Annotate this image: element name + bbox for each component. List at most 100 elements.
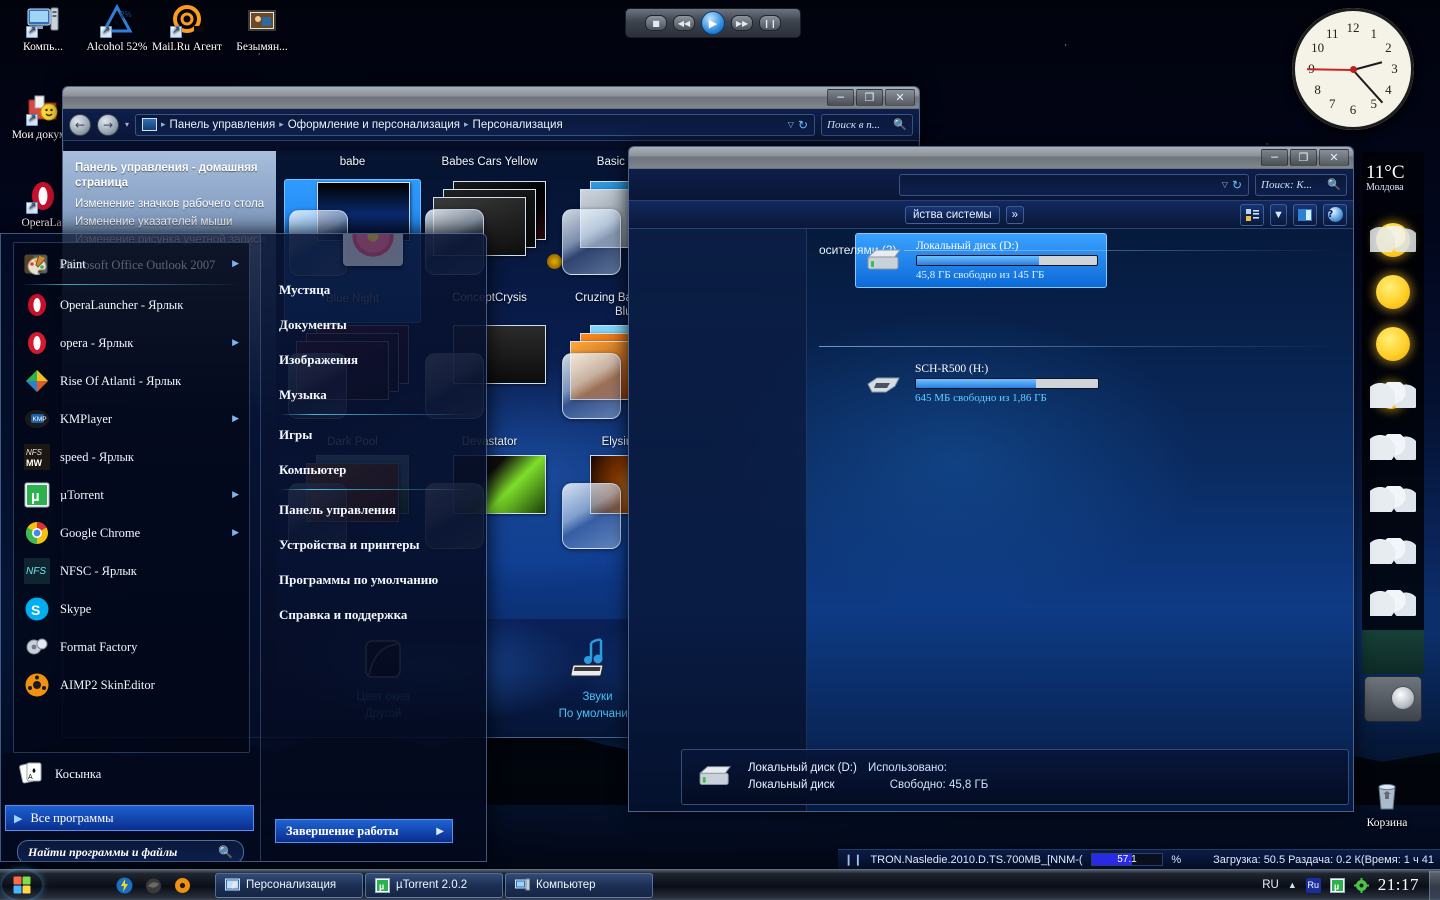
personalization-icon xyxy=(142,118,158,131)
media-play-button[interactable]: ▶ xyxy=(701,11,725,35)
equalizer-gadget[interactable] xyxy=(1364,676,1422,722)
utorrent-qlaunch-icon[interactable] xyxy=(116,877,133,894)
start-menu-item-nfsc[interactable]: NFS NFSC - Ярлык xyxy=(14,552,249,590)
sidebar-link-desktop-icons[interactable]: Изменение значков рабочего стола xyxy=(75,197,266,212)
shutdown-button[interactable]: Завершение работы ▶ xyxy=(275,819,453,843)
theme-item-babe[interactable]: babe xyxy=(284,155,421,179)
preview-pane-icon[interactable] xyxy=(1293,203,1317,226)
desktop-icon-computer[interactable]: Компь... xyxy=(6,4,80,54)
start-menu[interactable]: Microsoft Office Outlook 2007 Paint ▶ xyxy=(0,233,487,862)
start-menu-item-computer[interactable]: Компьютер xyxy=(261,452,486,487)
start-menu-item-pictures[interactable]: Изображения xyxy=(261,342,486,377)
firefox-qlaunch-icon[interactable] xyxy=(145,877,162,894)
toolbar-overflow-button[interactable]: » xyxy=(1005,205,1025,224)
start-menu-item-devices-printers[interactable]: Устройства и принтеры xyxy=(261,527,486,562)
address-bar[interactable]: ▽ ↻ xyxy=(899,173,1249,196)
computer-navigation-pane[interactable] xyxy=(629,229,807,811)
media-previous-button[interactable]: ◀◀ xyxy=(673,15,695,31)
close-button[interactable]: ✕ xyxy=(1319,149,1349,166)
start-menu-item-skype[interactable]: S Skype xyxy=(14,590,249,628)
drive-sch-r500-h[interactable]: SCH-R500 (H:) 645 МБ свободно из 1,86 ГБ xyxy=(855,357,1107,410)
taskbar-clock[interactable]: 21:17 xyxy=(1378,875,1419,895)
start-menu-item-google-chrome[interactable]: Google Chrome ▶ xyxy=(14,514,249,552)
theme-item-babes-cars-yellow[interactable]: Babes Cars Yellow xyxy=(421,155,558,179)
desktop-icon-recycle-bin[interactable]: Корзина xyxy=(1350,780,1424,830)
utorrent-status-strip[interactable]: ❙❙ TRON.Nasledie.2010.D.TS.700MB_[NNM-( … xyxy=(838,849,1440,869)
forward-button[interactable]: → xyxy=(97,113,119,136)
taskbar-button-personalization[interactable]: Персонализация xyxy=(215,872,363,898)
start-menu-search-input[interactable]: Найти программы и файлы 🔍 xyxy=(17,840,244,861)
breadcrumb-item-personalization[interactable]: Персонализация xyxy=(473,119,563,131)
taskbar-button-label: Персонализация xyxy=(246,879,337,891)
minimize-button[interactable]: ─ xyxy=(1261,149,1288,166)
breadcrumb-item-appearance[interactable]: Оформление и персонализация xyxy=(288,119,460,131)
start-menu-item-operalauncher[interactable]: OperaLauncher - Ярлык xyxy=(14,286,249,324)
view-dropdown-icon[interactable]: ▼ xyxy=(1270,203,1287,226)
maximize-button[interactable]: ❐ xyxy=(1290,149,1317,166)
start-menu-item-games[interactable]: Игры xyxy=(261,417,486,452)
all-programs-label: Все программы xyxy=(30,810,114,825)
media-pause-button[interactable]: ❙❙ xyxy=(759,15,781,31)
start-button[interactable] xyxy=(2,870,42,900)
start-menu-item-aimp2-skineditor[interactable]: AIMP2 SkinEditor xyxy=(14,666,249,704)
sidebar-link-mouse-pointers[interactable]: Изменение указателей мыши xyxy=(75,215,266,230)
minimize-button[interactable]: ─ xyxy=(827,89,854,106)
desktop-icon-unnamed-image[interactable]: Безымян... xyxy=(225,4,299,54)
view-icon[interactable] xyxy=(1240,203,1264,226)
start-menu-item-control-panel[interactable]: Панель управления xyxy=(261,492,486,527)
refresh-icon[interactable]: ↻ xyxy=(1232,178,1242,192)
start-menu-item-default-programs[interactable]: Программы по умолчанию xyxy=(261,562,486,597)
start-menu-item-documents[interactable]: Документы xyxy=(261,307,486,342)
start-menu-item-rise-of-atlanti[interactable]: Rise Of Atlanti - Ярлык xyxy=(14,362,249,400)
address-dropdown-icon[interactable]: ▽ xyxy=(788,120,794,129)
media-next-button[interactable]: ▶▶ xyxy=(731,15,753,31)
shutdown-options-arrow-icon[interactable]: ▶ xyxy=(436,826,444,837)
recent-pages-dropdown[interactable]: ▾ xyxy=(125,120,129,129)
desktop-icon-alcohol[interactable]: 2% Alcohol 52% xyxy=(80,3,154,54)
address-bar[interactable]: ▸ Панель управления ▸ Оформление и персо… xyxy=(135,113,815,136)
language-indicator[interactable]: RU xyxy=(1262,879,1279,891)
refresh-icon[interactable]: ↻ xyxy=(798,118,808,132)
start-menu-item-opera[interactable]: opera - Ярлык ▶ xyxy=(14,324,249,362)
taskbar-button-computer[interactable]: Компьютер xyxy=(505,872,653,898)
start-menu-item-format-factory[interactable]: Format Factory xyxy=(14,628,249,666)
utorrent-tray-icon[interactable]: µ xyxy=(1329,877,1345,893)
breadcrumb-item-control-panel[interactable]: Панель управления xyxy=(170,119,276,131)
media-player-gadget[interactable]: ■ ◀◀ ▶ ▶▶ ❙❙ xyxy=(625,8,801,38)
search-input[interactable]: Поиск: К... 🔍 xyxy=(1255,173,1347,196)
start-menu-item-music[interactable]: Музыка xyxy=(261,377,486,412)
help-icon[interactable]: ? xyxy=(1323,203,1347,226)
media-stop-button[interactable]: ■ xyxy=(645,15,667,31)
drive-local-disk-d[interactable]: Локальный диск (D:) 45,8 ГБ свободно из … xyxy=(855,233,1107,288)
start-menu-item-utorrent[interactable]: µ µTorrent ▶ xyxy=(14,476,249,514)
weather-forecast-cell xyxy=(1362,630,1424,674)
start-menu-item-help-support[interactable]: Справка и поддержка xyxy=(261,597,486,632)
desktop-icon-mailru-agent[interactable]: Mail.Ru Агент xyxy=(150,4,224,54)
ru-keyboard-icon[interactable]: Ru xyxy=(1305,877,1321,893)
kmplayer-icon: KMP xyxy=(24,406,50,432)
settings-tray-icon[interactable] xyxy=(1353,877,1369,893)
start-menu-item-kmplayer[interactable]: KMP KMPlayer ▶ xyxy=(14,400,249,438)
computer-titlebar[interactable]: ─ ❐ ✕ xyxy=(629,147,1353,169)
start-menu-item-user-folder[interactable]: Мустяца xyxy=(261,272,486,307)
start-menu-item-solitaire[interactable]: A Косынка xyxy=(5,755,256,793)
computer-window[interactable]: ─ ❐ ✕ ▽ ↻ Поиск: К... 🔍 йства системы » … xyxy=(628,146,1354,812)
start-menu-item-speed[interactable]: NFS MW speed - Ярлык xyxy=(14,438,249,476)
start-menu-left-pane: Microsoft Office Outlook 2007 Paint ▶ xyxy=(1,234,260,861)
analog-clock-gadget[interactable]: 12 1 2 3 4 5 6 7 8 9 10 11 xyxy=(1292,8,1414,130)
show-desktop-button[interactable] xyxy=(1429,870,1440,900)
system-properties-button[interactable]: йства системы xyxy=(905,205,1000,224)
tray-expand-icon[interactable]: ▲ xyxy=(1288,880,1297,890)
close-button[interactable]: ✕ xyxy=(885,89,915,106)
back-button[interactable]: ← xyxy=(69,113,91,136)
personalization-titlebar[interactable]: ─ ❐ ✕ xyxy=(63,87,919,109)
taskbar-button-utorrent[interactable]: µ µTorrent 2.0.2 xyxy=(365,872,503,898)
maximize-button[interactable]: ❐ xyxy=(856,89,883,106)
start-menu-item-paint[interactable]: Paint ▶ xyxy=(14,245,249,283)
search-input[interactable]: Поиск в п... 🔍 xyxy=(821,113,913,136)
aimp-qlaunch-icon[interactable] xyxy=(174,877,191,894)
start-menu-all-programs[interactable]: ▶ Все программы xyxy=(5,805,254,831)
address-dropdown-icon[interactable]: ▽ xyxy=(1222,180,1228,189)
weather-forecast-cell xyxy=(1362,214,1424,266)
weather-gadget[interactable]: 11°C Молдова xyxy=(1362,152,1424,674)
